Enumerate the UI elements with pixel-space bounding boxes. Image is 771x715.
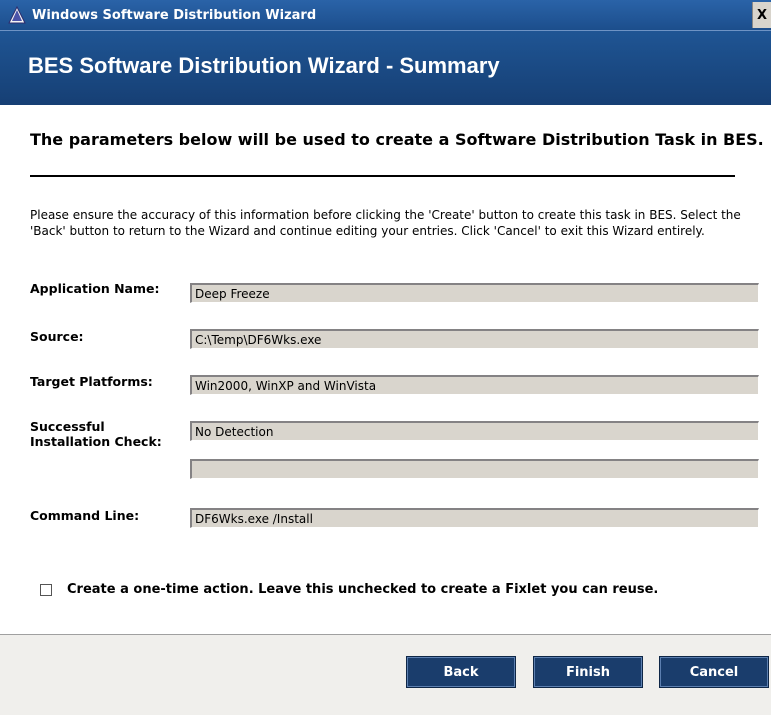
one-time-action-checkbox[interactable] [40, 583, 52, 596]
source-field[interactable] [190, 329, 759, 349]
title-bar: Windows Software Distribution Wizard X [0, 0, 771, 30]
command-line-field[interactable] [190, 508, 759, 528]
window-title: Windows Software Distribution Wizard [32, 7, 317, 23]
one-time-action-row[interactable]: Create a one-time action. Leave this unc… [40, 582, 658, 597]
application-name-label: Application Name: [30, 281, 160, 296]
one-time-action-label: Create a one-time action. Leave this unc… [67, 582, 659, 597]
installation-check-field[interactable] [190, 421, 759, 441]
back-button[interactable]: Back [406, 656, 516, 688]
command-line-label: Command Line: [30, 508, 140, 523]
button-bar [0, 635, 771, 715]
installation-check-label: Successful Installation Check: [30, 419, 162, 449]
wizard-banner: BES Software Distribution Wizard - Summa… [0, 30, 771, 105]
target-platforms-field[interactable] [190, 375, 759, 395]
finish-button[interactable]: Finish [533, 656, 643, 688]
installation-check-label-line2: Installation Check: [30, 434, 162, 449]
heading-divider [30, 175, 735, 177]
installation-check-label-line1: Successful [30, 419, 105, 434]
source-label: Source: [30, 329, 84, 344]
summary-heading: The parameters below will be used to cre… [30, 130, 764, 149]
installation-check-secondary-field[interactable] [190, 459, 759, 479]
instructions-text: Please ensure the accuracy of this infor… [30, 208, 741, 238]
app-triangle-icon [8, 6, 26, 24]
application-name-field[interactable] [190, 283, 759, 303]
close-icon: X [756, 7, 768, 23]
cancel-button[interactable]: Cancel [659, 656, 769, 688]
close-button[interactable]: X [752, 2, 771, 28]
banner-title: BES Software Distribution Wizard - Summa… [28, 53, 500, 78]
target-platforms-label: Target Platforms: [30, 374, 153, 389]
